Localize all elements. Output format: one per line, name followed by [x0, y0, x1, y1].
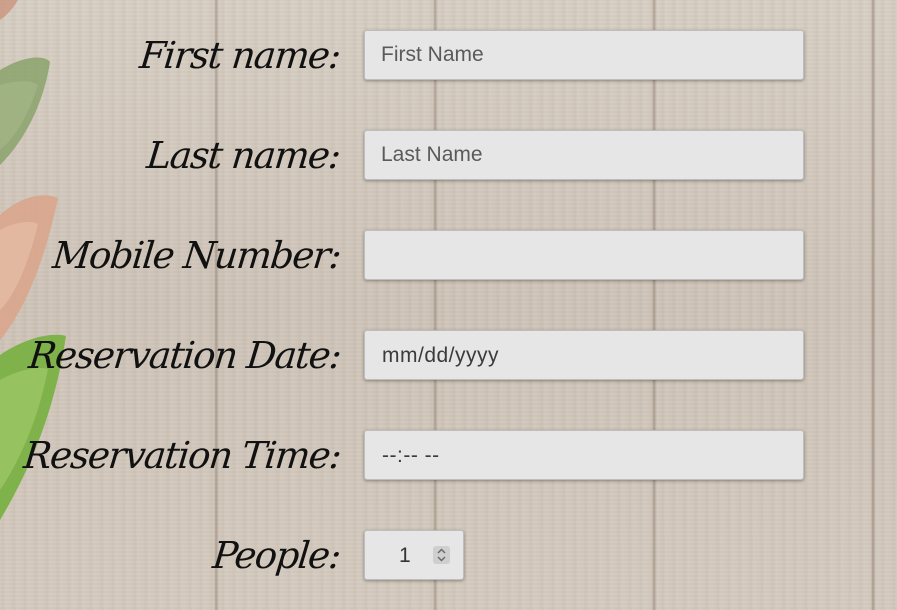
- reservation-time-display: --:-- --: [382, 444, 440, 467]
- reservation-form: First name: Last name: Mobile Number: Re…: [0, 0, 897, 610]
- mobile-number-row: Mobile Number:: [0, 230, 897, 280]
- people-label: People:: [210, 534, 343, 577]
- people-number-input[interactable]: 1: [364, 530, 464, 580]
- reservation-time-row: Reservation Time: --:-- --: [0, 430, 897, 480]
- people-value: 1: [399, 544, 411, 567]
- reservation-time-label: Reservation Time:: [21, 434, 343, 477]
- last-name-input[interactable]: [364, 130, 804, 180]
- reservation-date-display: mm/dd/yyyy: [382, 344, 500, 367]
- reservation-date-label: Reservation Date:: [26, 334, 343, 377]
- reservation-time-input[interactable]: --:-- --: [364, 430, 804, 480]
- updown-spinner-icon[interactable]: [433, 546, 450, 564]
- last-name-label: Last name:: [145, 134, 343, 177]
- reservation-date-row: Reservation Date: mm/dd/yyyy: [0, 330, 897, 380]
- reservation-date-input[interactable]: mm/dd/yyyy: [364, 330, 804, 380]
- first-name-row: First name:: [0, 30, 897, 80]
- mobile-number-label: Mobile Number:: [50, 234, 343, 277]
- first-name-input[interactable]: [364, 30, 804, 80]
- last-name-row: Last name:: [0, 130, 897, 180]
- mobile-number-input[interactable]: [364, 230, 804, 280]
- first-name-label: First name:: [138, 34, 343, 77]
- people-row: People: 1: [0, 530, 897, 580]
